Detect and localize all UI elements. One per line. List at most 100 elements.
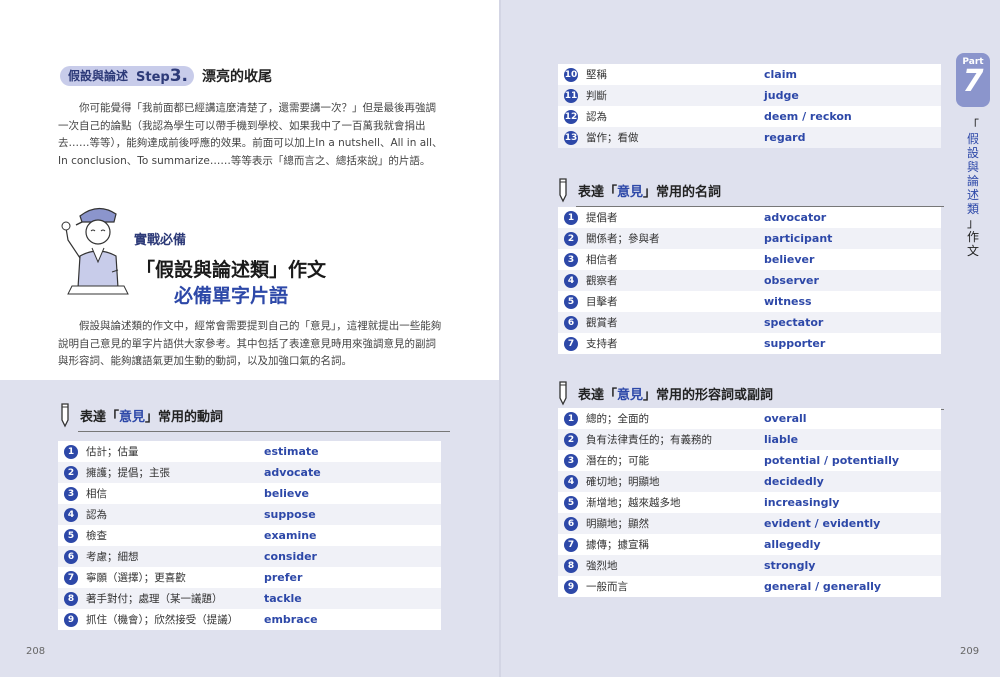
part-number: 7 xyxy=(962,64,984,99)
chinese-meaning: 支持者 xyxy=(586,338,618,350)
chinese-meaning: 強烈地 xyxy=(586,560,618,572)
item-number-badge: 6 xyxy=(564,315,578,330)
item-number-badge: 4 xyxy=(564,273,578,288)
pencil-icon xyxy=(559,178,567,203)
vocab-row: 5 檢查 examine xyxy=(58,525,441,546)
english-term: participant xyxy=(764,232,833,245)
verbs-table: 1 估計；估量 estimate 2 擁護；提倡；主張 advocate 3 相信 believ… xyxy=(58,441,441,630)
vocab-row: 8 強烈地 strongly xyxy=(558,555,941,576)
chinese-meaning: 觀察者 xyxy=(586,275,618,287)
pencil-icon xyxy=(61,403,69,428)
item-number-badge: 11 xyxy=(564,88,578,103)
english-term: embrace xyxy=(264,613,318,626)
english-term: tackle xyxy=(264,592,302,605)
vocab-row: 13 當作；看做 regard xyxy=(558,127,941,148)
adjectives-title-prefix: 表達「 xyxy=(578,387,618,403)
english-term: spectator xyxy=(764,316,824,329)
english-term: judge xyxy=(764,89,799,102)
english-term: consider xyxy=(264,550,317,563)
item-number-badge: 5 xyxy=(564,294,578,309)
pencil-icon xyxy=(559,381,567,406)
verbs-title-keyword: 意見 xyxy=(119,409,146,425)
english-term: evident / evidently xyxy=(764,517,881,530)
chinese-meaning: 擁護；提倡；主張 xyxy=(86,467,170,479)
item-number-badge: 1 xyxy=(64,444,78,459)
item-number-badge: 2 xyxy=(564,231,578,246)
chinese-meaning: 目擊者 xyxy=(586,296,618,308)
item-number-badge: 9 xyxy=(64,612,78,627)
nouns-title-suffix: 」常用的名詞 xyxy=(643,184,722,200)
nouns-title-prefix: 表達「 xyxy=(578,184,618,200)
adjectives-section-title: 表達「 意見 」常用的形容詞或副詞 xyxy=(556,380,944,410)
english-term: increasingly xyxy=(764,496,840,509)
item-number-badge: 5 xyxy=(64,528,78,543)
vocab-row: 1 提倡者 advocator xyxy=(558,207,941,228)
page-number-right: 209 xyxy=(960,646,980,657)
chinese-meaning: 檢查 xyxy=(86,530,107,542)
side-chapter-title: 「假設與論述類」作文 xyxy=(964,118,982,258)
english-term: potential / potentially xyxy=(764,454,900,467)
page-number-left: 208 xyxy=(26,646,46,657)
side-title-char: 作 xyxy=(966,230,979,244)
side-title-char: 類 xyxy=(966,202,979,216)
english-term: overall xyxy=(764,412,807,425)
side-title-char: 與 xyxy=(966,160,979,174)
item-number-badge: 13 xyxy=(564,130,578,145)
vocab-row: 6 觀賞者 spectator xyxy=(558,312,941,333)
chinese-meaning: 相信 xyxy=(86,488,107,500)
verbs-continued-table: 10 堅稱 claim 11 判斷 judge 12 認為 deem / reckon 13 當作；… xyxy=(558,64,941,148)
chinese-meaning: 關係者；參與者 xyxy=(586,233,660,245)
item-number-badge: 12 xyxy=(564,109,578,124)
english-term: liable xyxy=(764,433,799,446)
item-number-badge: 9 xyxy=(564,579,578,594)
chinese-meaning: 認為 xyxy=(586,111,607,123)
chinese-meaning: 確切地；明顯地 xyxy=(586,476,660,488)
chinese-meaning: 總的；全面的 xyxy=(586,413,649,425)
nouns-title-keyword: 意見 xyxy=(617,184,644,200)
english-term: advocate xyxy=(264,466,321,479)
item-number-badge: 10 xyxy=(564,67,578,82)
nouns-table: 1 提倡者 advocator 2 關係者；參與者 participant 3 相信者 beli… xyxy=(558,207,941,354)
vocab-row: 6 明顯地；顯然 evident / evidently xyxy=(558,513,941,534)
chinese-meaning: 著手對付；處理（某一議題） xyxy=(86,593,223,605)
english-term: supporter xyxy=(764,337,826,350)
vocab-row: 4 觀察者 observer xyxy=(558,270,941,291)
chinese-meaning: 據傳；據宣稱 xyxy=(586,539,649,551)
english-term: believer xyxy=(764,253,815,266)
chinese-meaning: 潛在的；可能 xyxy=(586,455,649,467)
vocab-row: 3 相信 believe xyxy=(58,483,441,504)
chinese-meaning: 觀賞者 xyxy=(586,317,618,329)
item-number-badge: 6 xyxy=(564,516,578,531)
vocab-row: 2 負有法律責任的；有義務的 liable xyxy=(558,429,941,450)
part-tab: Part 7 xyxy=(956,53,990,107)
item-number-badge: 8 xyxy=(564,558,578,573)
vocab-row: 10 堅稱 claim xyxy=(558,64,941,85)
vocab-row: 9 一般而言 general / generally xyxy=(558,576,941,597)
step-tag: 假設與論述 Step3. 漂亮的收尾 xyxy=(60,66,272,86)
item-number-badge: 7 xyxy=(564,336,578,351)
side-title-char: 「 xyxy=(966,118,979,132)
chinese-meaning: 抓住（機會）；欣然接受（提議） xyxy=(86,614,239,626)
item-number-badge: 3 xyxy=(564,453,578,468)
student-illustration xyxy=(61,207,129,295)
item-number-badge: 7 xyxy=(64,570,78,585)
section-subheadline: 必備單字片語 xyxy=(173,285,288,307)
verbs-title-suffix: 」常用的動詞 xyxy=(145,409,224,425)
adjectives-table: 1 總的；全面的 overall 2 負有法律責任的；有義務的 liable 3 潛在的；可能… xyxy=(558,408,941,597)
practice-badge: 實戰必備 xyxy=(134,233,187,248)
vocab-row: 7 據傳；據宣稱 allegedly xyxy=(558,534,941,555)
side-title-char: 論 xyxy=(966,174,979,188)
vocab-row: 9 抓住（機會）；欣然接受（提議） embrace xyxy=(58,609,441,630)
verbs-title-prefix: 表達「 xyxy=(80,409,120,425)
english-term: examine xyxy=(264,529,317,542)
item-number-badge: 6 xyxy=(64,549,78,564)
english-term: prefer xyxy=(264,571,303,584)
description-paragraph: 假設與論述類的作文中，經常會需要提到自己的「意見」，這裡就提出一些能夠說明自己意… xyxy=(58,320,442,367)
vocab-row: 5 目擊者 witness xyxy=(558,291,941,312)
vocab-row: 2 關係者；參與者 participant xyxy=(558,228,941,249)
chinese-meaning: 估計；估量 xyxy=(86,446,139,458)
vocab-row: 1 總的；全面的 overall xyxy=(558,408,941,429)
vocab-row: 8 著手對付；處理（某一議題） tackle xyxy=(58,588,441,609)
verbs-section-title: 表達「 意見 」常用的動詞 xyxy=(58,402,450,432)
adjectives-title-suffix: 」常用的形容詞或副詞 xyxy=(643,387,774,403)
